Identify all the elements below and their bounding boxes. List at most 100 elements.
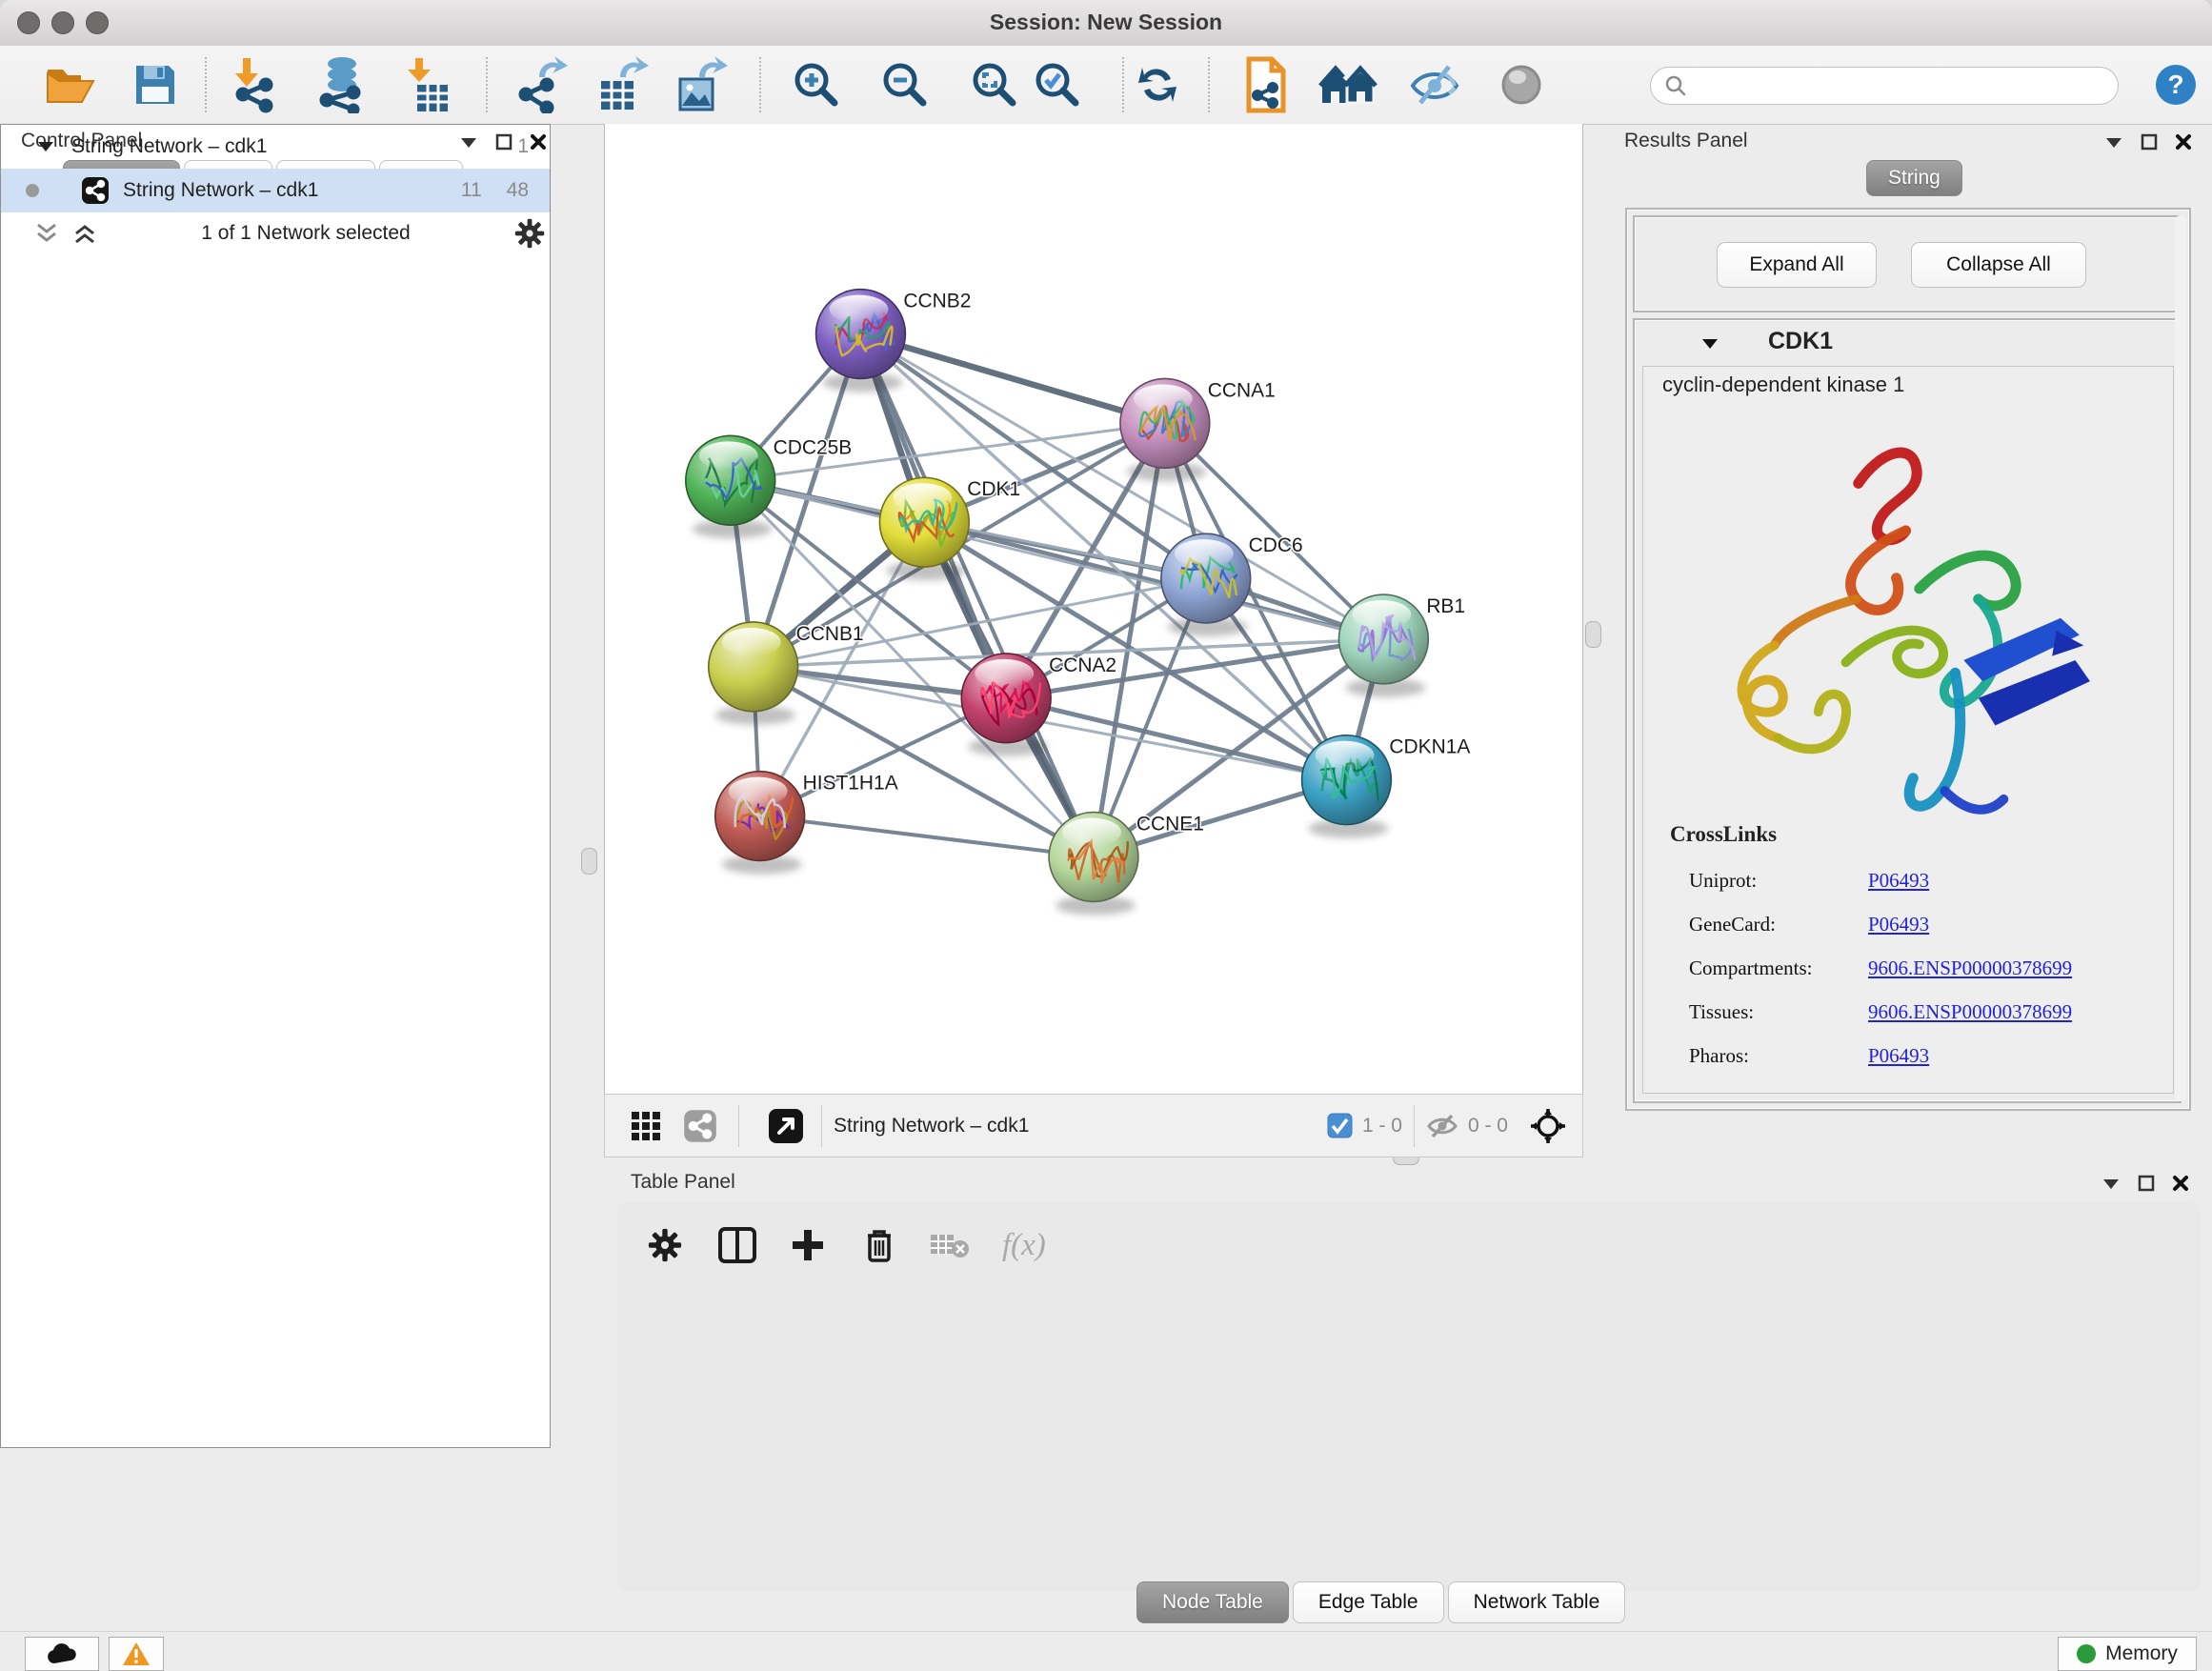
tab-string[interactable]: String — [1866, 160, 1962, 196]
svg-text:CDK1: CDK1 — [967, 478, 1020, 500]
results-buttons-box: Expand All Collapse All — [1633, 215, 2182, 312]
crosslink-value[interactable]: 9606.ENSP00000378699 — [1868, 956, 2072, 980]
collapse-all-icon[interactable] — [34, 221, 59, 246]
zoom-fit-icon[interactable] — [969, 59, 1020, 111]
panel-menu-icon[interactable] — [2104, 135, 2123, 149]
panel-menu-icon[interactable] — [2101, 1177, 2121, 1190]
home-network-icon[interactable] — [1318, 61, 1377, 109]
graph-node-CCNA2: CCNA2 — [961, 654, 1116, 756]
show-sphere-icon[interactable] — [1498, 61, 1545, 109]
crosslink-value[interactable]: P06493 — [1868, 869, 1929, 893]
help-icon[interactable]: ? — [2154, 63, 2198, 107]
table-toolbar: f(x) — [617, 1202, 2201, 1288]
hidden-eye-icon[interactable] — [1426, 1113, 1458, 1139]
control-panel: Control Panel NetworkStyleSelectSets 1 o… — [0, 124, 572, 1631]
expand-all-icon[interactable] — [72, 221, 97, 246]
gene-expander-icon[interactable] — [1701, 337, 1719, 351]
results-panel-header-icons — [2104, 133, 2192, 151]
crosslink-value[interactable]: 9606.ENSP00000378699 — [1868, 1000, 2072, 1024]
title-bar: Session: New Session — [0, 0, 2212, 47]
export-network-icon[interactable] — [514, 56, 568, 113]
svg-text:RB1: RB1 — [1426, 595, 1465, 617]
toolbar-divider — [759, 57, 761, 112]
grid-view-icon[interactable] — [630, 1110, 662, 1142]
import-network-icon[interactable] — [230, 56, 281, 113]
zoom-selected-icon[interactable] — [1032, 59, 1083, 111]
fit-selected-icon[interactable] — [1529, 1107, 1567, 1145]
graph-node-CDC25B: CDC25B — [686, 435, 852, 538]
graph-node-CDKN1A: CDKN1A — [1302, 735, 1471, 838]
warning-status-button[interactable] — [109, 1637, 164, 1671]
right-splitter-handle[interactable] — [1585, 621, 1601, 648]
export-table-icon[interactable] — [595, 56, 649, 113]
svg-text:CDKN1A: CDKN1A — [1389, 736, 1470, 758]
crosslink-label: GeneCard: — [1689, 913, 1868, 936]
divider — [821, 1105, 822, 1147]
network-view-toolbar: String Network – cdk1 1 - 0 0 - 0 — [604, 1094, 1583, 1158]
selected-checkbox-icon[interactable] — [1327, 1113, 1353, 1138]
search-icon — [1664, 74, 1687, 97]
search-field[interactable] — [1650, 67, 2119, 105]
delete-table-icon — [930, 1231, 970, 1259]
network-view-icon[interactable] — [683, 1109, 717, 1143]
crosslink-label: Tissues: — [1689, 1000, 1868, 1024]
birdseye-toggle-icon[interactable] — [768, 1108, 804, 1144]
add-column-icon[interactable] — [791, 1228, 825, 1262]
network-graph[interactable]: CCNB2CCNA1CDC25BCDK1CDC6RB1CCNB1CCNA2CDK… — [605, 124, 1582, 1094]
export-image-icon[interactable] — [674, 56, 728, 113]
table-panel-title: Table Panel — [631, 1171, 735, 1194]
gear-icon[interactable] — [514, 218, 545, 249]
hide-eye-icon[interactable] — [1407, 61, 1462, 109]
tree-expander-icon[interactable] — [37, 140, 54, 153]
network-row[interactable]: String Network – cdk1 11 48 — [1, 169, 550, 212]
panel-float-icon[interactable] — [2141, 133, 2158, 151]
crosslinks-list: Uniprot:P06493 GeneCard:P06493 Compartme… — [1689, 858, 2156, 1077]
table-settings-gear-icon[interactable] — [648, 1228, 682, 1262]
left-splitter-handle[interactable] — [581, 848, 597, 875]
toolbar-divider — [1122, 57, 1124, 112]
refresh-icon[interactable] — [1133, 60, 1182, 110]
zoom-out-icon[interactable] — [879, 59, 931, 111]
results-scrollbar[interactable] — [2175, 215, 2186, 1101]
search-input[interactable] — [1695, 74, 2104, 98]
crosslink-value[interactable]: P06493 — [1868, 1044, 1929, 1068]
window-title: Session: New Session — [0, 10, 2212, 35]
show-columns-icon[interactable] — [718, 1227, 756, 1263]
status-bar: Memory — [0, 1631, 2212, 1671]
tab-node-table[interactable]: Node Table — [1136, 1581, 1289, 1623]
crosslink-value[interactable]: P06493 — [1868, 913, 1929, 936]
protein-structure-image — [1700, 420, 2101, 820]
toolbar-divider — [1208, 57, 1210, 112]
cloud-status-button[interactable] — [25, 1637, 99, 1671]
crosslink-label: Uniprot: — [1689, 869, 1868, 893]
delete-column-icon[interactable] — [863, 1226, 895, 1264]
memory-button[interactable]: Memory — [2058, 1637, 2197, 1671]
cloud-icon — [46, 1642, 78, 1665]
graph-node-CCNA1: CCNA1 — [1120, 378, 1276, 481]
import-table-icon[interactable] — [406, 56, 452, 113]
network-view-title: String Network – cdk1 — [834, 1115, 1029, 1137]
zoom-in-icon[interactable] — [791, 59, 842, 111]
toolbar-divider — [486, 57, 488, 112]
open-folder-icon[interactable] — [44, 62, 97, 108]
share-document-icon[interactable] — [1241, 55, 1289, 114]
tab-network-table[interactable]: Network Table — [1448, 1581, 1626, 1623]
save-icon[interactable] — [132, 62, 178, 108]
svg-text:CDC25B: CDC25B — [774, 436, 853, 458]
svg-text:CCNB1: CCNB1 — [796, 623, 864, 645]
panel-float-icon[interactable] — [2138, 1175, 2155, 1192]
import-database-icon[interactable] — [315, 56, 369, 113]
crosslink-label: Pharos: — [1689, 1044, 1868, 1068]
hidden-counts: 0 - 0 — [1468, 1115, 1508, 1137]
expand-all-button[interactable]: Expand All — [1717, 242, 1877, 288]
table-container: f(x) shared namenamecanonical namedataba… — [617, 1202, 2201, 1591]
panel-close-icon[interactable] — [2175, 133, 2192, 151]
svg-text:?: ? — [2167, 70, 2183, 99]
collapse-all-button[interactable]: Collapse All — [1911, 242, 2086, 288]
network-canvas[interactable]: CCNB2CCNA1CDC25BCDK1CDC6RB1CCNB1CCNA2CDK… — [604, 124, 1583, 1094]
panel-close-icon[interactable] — [2172, 1175, 2189, 1192]
table-tabs: Node Table Edge Table Network Table — [1136, 1581, 1629, 1623]
network-collection-row[interactable]: String Network – cdk1 1 — [1, 125, 550, 169]
tab-edge-table[interactable]: Edge Table — [1293, 1581, 1444, 1623]
warning-icon — [122, 1641, 151, 1666]
